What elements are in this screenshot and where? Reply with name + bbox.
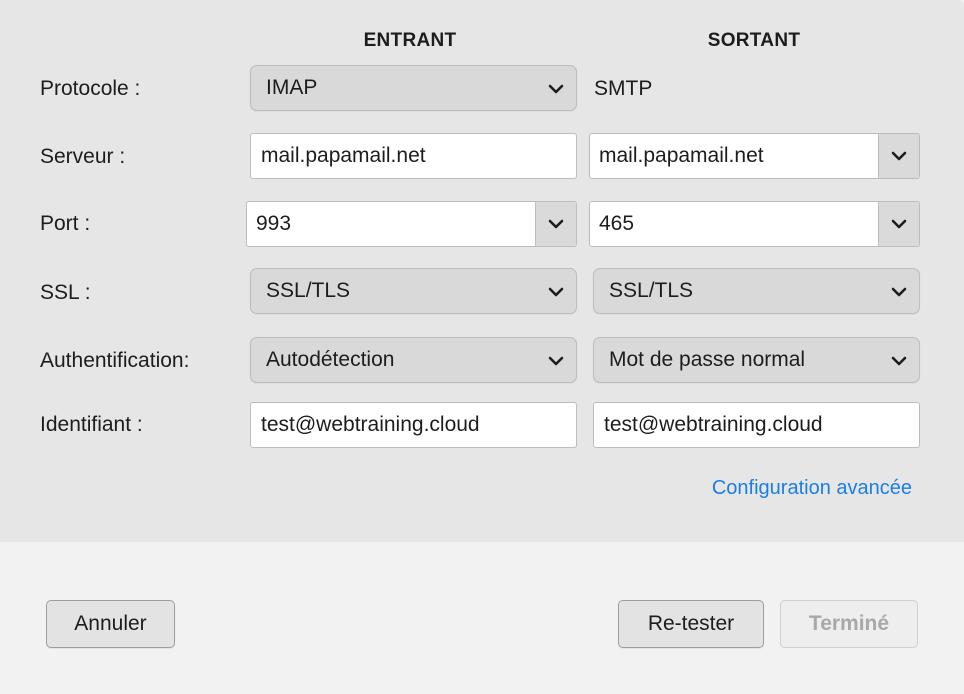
outgoing-ssl-select[interactable]: SSL/TLS <box>593 268 920 314</box>
server-label: Serveur : <box>40 145 126 168</box>
incoming-port-combo[interactable]: 993 <box>246 201 577 247</box>
advanced-configuration-link[interactable]: Configuration avancée <box>712 477 912 500</box>
outgoing-server-dropdown-button[interactable] <box>878 134 919 178</box>
outgoing-port-combo[interactable]: 465 <box>589 201 920 247</box>
incoming-column-header: ENTRANT <box>363 30 457 51</box>
chevron-down-icon <box>891 151 907 161</box>
outgoing-ssl-value: SSL/TLS <box>609 279 694 302</box>
done-button[interactable]: Terminé <box>780 600 918 648</box>
outgoing-authentication-value: Mot de passe normal <box>609 348 806 371</box>
outgoing-server-combo[interactable]: mail.papamail.net <box>589 133 920 179</box>
chevron-down-icon <box>548 84 564 94</box>
incoming-protocol-select[interactable]: IMAP <box>250 65 577 111</box>
outgoing-authentication-select[interactable]: Mot de passe normal <box>593 337 920 383</box>
outgoing-port-value: 465 <box>599 212 635 235</box>
incoming-port-dropdown-button[interactable] <box>535 202 576 246</box>
port-label: Port : <box>40 212 91 235</box>
outgoing-column-header: SORTANT <box>707 30 801 51</box>
button-bar: Annuler Re-tester Terminé <box>0 542 964 694</box>
chevron-down-icon <box>891 287 907 297</box>
chevron-down-icon <box>548 287 564 297</box>
protocol-label: Protocole : <box>40 77 141 100</box>
outgoing-server-value: mail.papamail.net <box>599 144 764 167</box>
cancel-button[interactable]: Annuler <box>46 600 175 648</box>
incoming-ssl-select[interactable]: SSL/TLS <box>250 268 577 314</box>
incoming-protocol-value: IMAP <box>266 76 318 99</box>
outgoing-protocol-value: SMTP <box>594 77 653 100</box>
settings-panel: ENTRANT SORTANT Protocole : IMAP SMTP Se… <box>0 0 964 542</box>
authentication-label: Authentification: <box>40 349 190 372</box>
outgoing-username-input[interactable]: test@webtraining.cloud <box>593 402 920 448</box>
incoming-authentication-value: Autodétection <box>266 348 395 371</box>
incoming-port-value: 993 <box>256 212 292 235</box>
chevron-down-icon <box>891 356 907 366</box>
ssl-label: SSL : <box>40 281 91 304</box>
chevron-down-icon <box>548 219 564 229</box>
incoming-server-value: mail.papamail.net <box>261 144 426 167</box>
incoming-ssl-value: SSL/TLS <box>266 279 351 302</box>
incoming-username-input[interactable]: test@webtraining.cloud <box>250 402 577 448</box>
incoming-username-value: test@webtraining.cloud <box>261 413 480 436</box>
chevron-down-icon <box>548 356 564 366</box>
outgoing-port-dropdown-button[interactable] <box>878 202 919 246</box>
username-label: Identifiant : <box>40 413 143 436</box>
incoming-server-input[interactable]: mail.papamail.net <box>250 133 577 179</box>
chevron-down-icon <box>891 219 907 229</box>
retest-button[interactable]: Re-tester <box>618 600 764 648</box>
outgoing-username-value: test@webtraining.cloud <box>604 413 823 436</box>
incoming-authentication-select[interactable]: Autodétection <box>250 337 577 383</box>
